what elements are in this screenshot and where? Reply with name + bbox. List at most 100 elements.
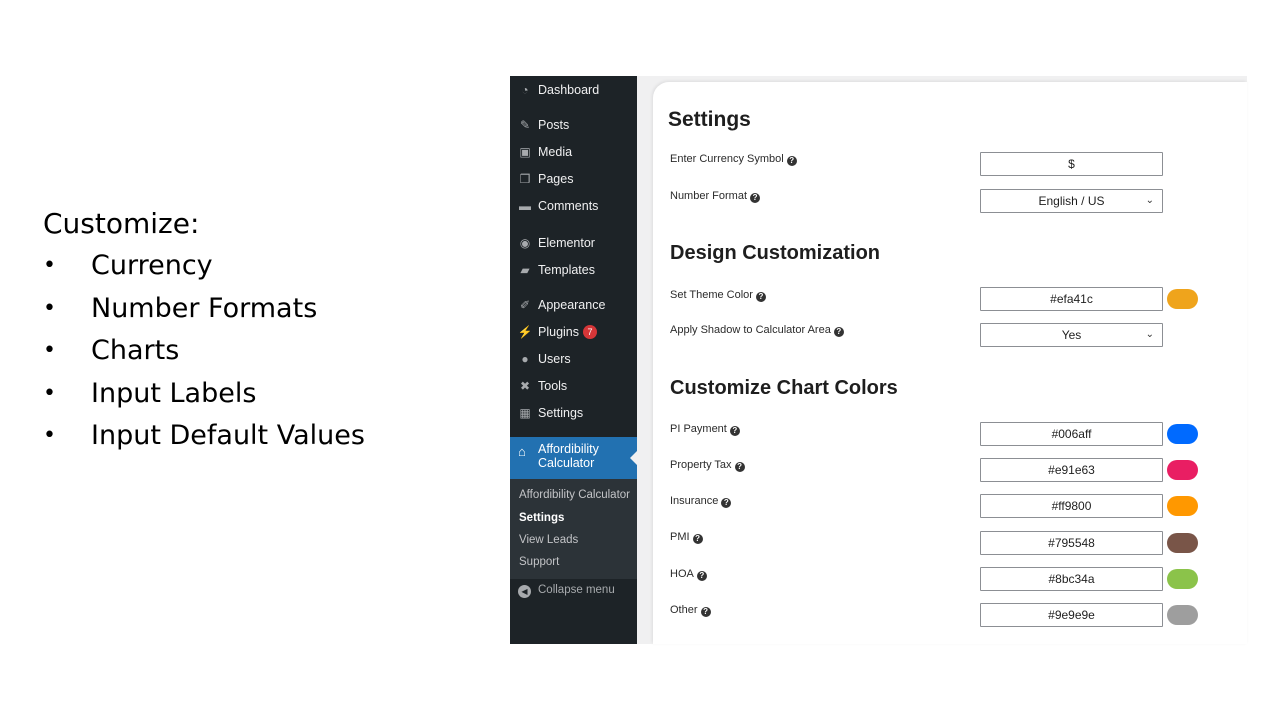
sidebar-item-label: Appearance bbox=[538, 298, 606, 312]
page-title: Settings bbox=[668, 108, 751, 131]
insurance-color-swatch[interactable] bbox=[1167, 496, 1198, 516]
media-icon: ▣ bbox=[519, 145, 531, 159]
sidebar-item-plugins[interactable]: ⚡ Plugins 7 bbox=[510, 320, 637, 344]
sidebar-item-appearance[interactable]: ✐ Appearance bbox=[510, 293, 637, 317]
help-icon[interactable]: ? bbox=[755, 292, 766, 302]
sidebar-item-templates[interactable]: ▰ Templates bbox=[510, 258, 637, 282]
sidebar-item-affordibility-calculator[interactable]: ⌂ Affordibility Calculator bbox=[510, 437, 637, 479]
shadow-select[interactable]: Yes ⌄ bbox=[980, 323, 1163, 347]
help-icon[interactable]: ? bbox=[700, 607, 711, 617]
plugins-count-badge: 7 bbox=[583, 325, 597, 340]
help-icon[interactable]: ? bbox=[786, 156, 797, 166]
pmi-color-input[interactable]: #795548 bbox=[980, 531, 1163, 555]
collapse-icon: ◀ bbox=[518, 585, 531, 598]
number-format-select[interactable]: English / US ⌄ bbox=[980, 189, 1163, 213]
sidebar-item-label: Plugins 7 bbox=[538, 325, 597, 340]
admin-sidebar: ◔ Dashboard ✎ Posts ▣ Media ❒ Pages ▬ Co… bbox=[510, 76, 637, 644]
help-icon[interactable]: ? bbox=[721, 498, 732, 508]
sidebar-item-media[interactable]: ▣ Media bbox=[510, 140, 637, 164]
sidebar-item-label: Tools bbox=[538, 379, 568, 393]
chart-color-label: PI Payment? bbox=[670, 423, 740, 436]
sidebar-item-comments[interactable]: ▬ Comments bbox=[510, 194, 637, 218]
sidebar-item-settings[interactable]: ▦ Settings bbox=[510, 401, 637, 425]
bullet-item: • Charts bbox=[43, 335, 180, 366]
help-icon[interactable]: ? bbox=[833, 327, 844, 337]
plug-icon: ⚡ bbox=[517, 325, 533, 339]
hoa-color-swatch[interactable] bbox=[1167, 569, 1198, 589]
pi-payment-color-input[interactable]: #006aff bbox=[980, 422, 1163, 446]
theme-color-label: Set Theme Color? bbox=[670, 289, 766, 302]
currency-label: Enter Currency Symbol? bbox=[670, 153, 797, 166]
shadow-label: Apply Shadow to Calculator Area? bbox=[670, 324, 844, 337]
currency-symbol-input[interactable]: $ bbox=[980, 152, 1163, 176]
pmi-color-swatch[interactable] bbox=[1167, 533, 1198, 553]
folder-icon: ▰ bbox=[520, 263, 530, 277]
help-icon[interactable]: ? bbox=[729, 426, 740, 436]
active-indicator-arrow bbox=[630, 451, 637, 465]
sidebar-item-users[interactable]: ● Users bbox=[510, 347, 637, 371]
settings-panel: Settings Enter Currency Symbol? $ Number… bbox=[653, 82, 1247, 644]
chevron-down-icon: ⌄ bbox=[1145, 195, 1154, 206]
bullet-item: • Input Default Values bbox=[43, 420, 365, 451]
insurance-color-input[interactable]: #ff9800 bbox=[980, 494, 1163, 518]
home-icon: ⌂ bbox=[518, 444, 526, 459]
property-tax-color-swatch[interactable] bbox=[1167, 460, 1198, 480]
settings-icon: ▦ bbox=[519, 406, 531, 420]
chart-color-label: Other? bbox=[670, 604, 711, 617]
bullet-text: Charts bbox=[91, 335, 180, 366]
sidebar-item-label: Media bbox=[538, 145, 573, 159]
chart-color-label: PMI? bbox=[670, 531, 703, 544]
submenu-item-support[interactable]: Support bbox=[519, 556, 559, 568]
submenu-item-view-leads[interactable]: View Leads bbox=[519, 534, 578, 546]
sidebar-item-label: Users bbox=[538, 352, 571, 366]
help-icon[interactable]: ? bbox=[692, 534, 703, 544]
bullet-text: Number Formats bbox=[91, 292, 318, 324]
sidebar-item-posts[interactable]: ✎ Posts bbox=[510, 113, 637, 137]
submenu-item-affordibility-calculator[interactable]: Affordibility Calculator bbox=[519, 489, 630, 501]
comment-icon: ▬ bbox=[519, 199, 531, 213]
dashboard-icon: ◔ bbox=[521, 83, 529, 97]
help-icon[interactable]: ? bbox=[696, 571, 707, 581]
brush-icon: ✐ bbox=[519, 298, 531, 312]
sidebar-item-elementor[interactable]: ◉ Elementor bbox=[510, 231, 637, 255]
design-section-title: Design Customization bbox=[670, 242, 881, 264]
bullet-item: • Number Formats bbox=[43, 292, 318, 324]
slide-text: Customize: • Currency • Number Formats • Ch… bbox=[43, 205, 365, 458]
hoa-color-input[interactable]: #8bc34a bbox=[980, 567, 1163, 591]
wrench-icon: ✖ bbox=[519, 379, 531, 393]
chart-color-label: HOA? bbox=[670, 568, 707, 581]
theme-color-swatch[interactable] bbox=[1167, 289, 1198, 309]
other-color-swatch[interactable] bbox=[1167, 605, 1198, 625]
sidebar-item-pages[interactable]: ❒ Pages bbox=[510, 167, 637, 191]
sidebar-item-label: Dashboard bbox=[538, 83, 600, 97]
chevron-down-icon: ⌄ bbox=[1145, 329, 1154, 340]
help-icon[interactable]: ? bbox=[750, 193, 761, 203]
property-tax-color-input[interactable]: #e91e63 bbox=[980, 458, 1163, 482]
bullet-item: • Currency bbox=[43, 250, 213, 281]
sidebar-item-label: Elementor bbox=[538, 236, 595, 250]
elementor-icon: ◉ bbox=[519, 236, 531, 250]
submenu-item-settings[interactable]: Settings bbox=[519, 512, 564, 524]
chart-color-label: Property Tax? bbox=[670, 459, 745, 472]
sidebar-item-label: Affordibility Calculator bbox=[538, 442, 599, 470]
sidebar-item-dashboard[interactable]: ◔ Dashboard bbox=[510, 78, 637, 102]
chart-colors-section-title: Customize Chart Colors bbox=[670, 377, 898, 399]
sidebar-item-tools[interactable]: ✖ Tools bbox=[510, 374, 637, 398]
pi-payment-color-swatch[interactable] bbox=[1167, 424, 1198, 444]
other-color-input[interactable]: #9e9e9e bbox=[980, 603, 1163, 627]
pages-icon: ❒ bbox=[519, 172, 531, 186]
help-icon[interactable]: ? bbox=[734, 462, 745, 472]
submenu: Affordibility Calculator Settings View L… bbox=[510, 479, 637, 579]
collapse-menu-label: Collapse menu bbox=[538, 584, 615, 596]
bullet-text: Input Labels bbox=[91, 377, 257, 409]
user-icon: ● bbox=[521, 352, 529, 366]
sidebar-item-label: Posts bbox=[538, 118, 570, 132]
chart-color-label: Insurance? bbox=[670, 495, 732, 508]
number-format-label: Number Format? bbox=[670, 190, 761, 203]
bullet-item: • Input Labels bbox=[43, 377, 257, 409]
sidebar-item-label: Templates bbox=[538, 263, 595, 277]
theme-color-input[interactable]: #efa41c bbox=[980, 287, 1163, 311]
collapse-menu-button[interactable]: ◀ Collapse menu bbox=[510, 581, 637, 605]
bullet-text: Currency bbox=[91, 250, 213, 281]
slide-heading: Customize: bbox=[43, 207, 200, 240]
